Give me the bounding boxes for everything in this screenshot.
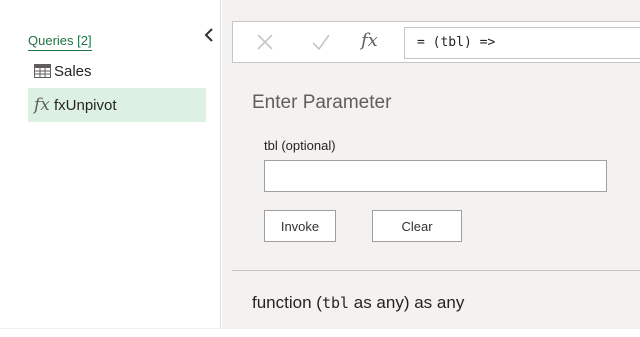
clear-button[interactable]: Clear — [372, 210, 462, 242]
queries-header[interactable]: Queries [2] — [28, 33, 92, 51]
invoke-button[interactable]: Invoke — [264, 210, 336, 242]
table-icon — [28, 64, 54, 78]
query-item-fxunpivot[interactable]: fx fxUnpivot — [28, 88, 206, 122]
divider — [232, 270, 640, 271]
query-item-label: fxUnpivot — [54, 96, 117, 114]
cancel-icon[interactable] — [255, 32, 275, 57]
formula-bar: fx = (tbl) => — [232, 21, 640, 63]
tbl-param-input[interactable] — [264, 160, 607, 192]
signature-code: tbl — [321, 294, 350, 312]
signature-suffix: as any) as any — [349, 293, 465, 312]
signature-prefix: function ( — [252, 293, 322, 312]
bottom-edge — [0, 328, 640, 337]
param-label: tbl (optional) — [264, 138, 336, 153]
collapse-pane-icon[interactable] — [202, 26, 216, 44]
query-item-label: Sales — [54, 62, 92, 80]
function-icon: fx — [34, 95, 50, 115]
query-item-sales[interactable]: Sales — [28, 54, 206, 88]
queries-pane: Queries [2] Sales fx fxUnpivot — [0, 0, 221, 328]
panel-title: Enter Parameter — [252, 92, 392, 113]
function-signature: function (tbl as any) as any — [252, 293, 464, 313]
insert-function-icon[interactable]: fx — [361, 30, 378, 51]
main-pane: fx = (tbl) => Enter Parameter tbl (optio… — [222, 0, 640, 328]
formula-input[interactable]: = (tbl) => — [404, 27, 640, 59]
commit-check-icon[interactable] — [311, 32, 331, 57]
